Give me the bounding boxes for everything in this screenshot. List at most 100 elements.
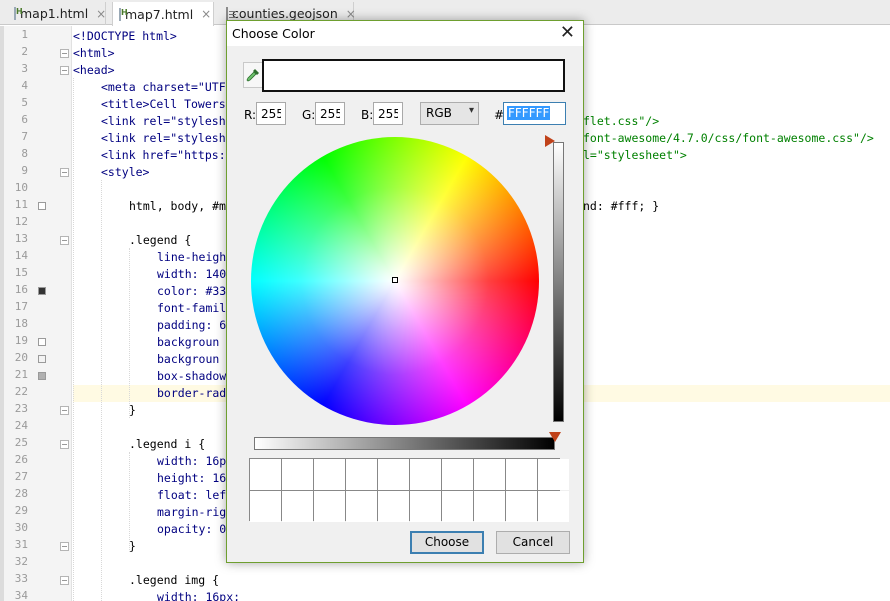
brightness-slider[interactable] [553,142,564,422]
color-preview [262,59,565,92]
recent-color-cell[interactable] [346,459,377,490]
r-label: R: [244,108,257,122]
color-swatch-icon[interactable] [38,372,46,380]
tab-map7[interactable]: map7.html × [112,2,214,26]
line-number: 31 [14,538,28,551]
recent-color-cell[interactable] [506,491,537,522]
color-wheel-cursor[interactable] [392,277,398,283]
fold-marker-icon[interactable] [60,440,69,449]
cancel-button[interactable]: Cancel [496,531,570,554]
line-number: 26 [14,453,28,466]
code-line-11: html, body, #m [129,199,226,213]
code-line-21: box-shadow [157,369,227,383]
line-number: 11 [14,198,28,211]
recent-color-cell[interactable] [314,491,345,522]
fold-marker-icon[interactable] [60,542,69,551]
line-number: 33 [14,572,28,585]
line-number: 3 [21,62,28,75]
recent-color-cell[interactable] [538,491,569,522]
code-line-1: <!DOCTYPE html> [73,29,177,43]
code-line-34: width: 16px; [157,590,241,601]
code-line-18: padding: 6 [157,318,227,332]
code-line-23: } [129,403,136,417]
recent-color-cell[interactable] [538,459,569,490]
color-mode-select[interactable]: RGB ▾ [420,102,479,125]
close-icon[interactable]: × [201,7,211,21]
r-input[interactable] [256,102,286,125]
line-number: 34 [14,589,28,601]
recent-color-cell[interactable] [474,491,505,522]
code-line-3: <head> [73,63,115,77]
color-swatch-icon[interactable] [38,338,46,346]
g-label: G: [302,108,316,122]
opacity-slider[interactable] [254,437,555,450]
code-line-4: <meta charset="UTF [101,80,226,94]
recent-color-cell[interactable] [506,459,537,490]
recent-color-cell[interactable] [474,459,505,490]
line-number: 19 [14,334,28,347]
line-number: 18 [14,317,28,330]
brightness-slider-thumb[interactable] [545,135,555,147]
indent-guide [101,180,102,601]
g-input[interactable] [315,102,345,125]
code-line-13: .legend { [129,233,192,247]
fold-marker-icon[interactable] [60,66,69,75]
recent-color-cell[interactable] [442,491,473,522]
recent-color-cell[interactable] [410,459,441,490]
recent-color-cell[interactable] [314,459,345,490]
close-icon[interactable]: × [346,7,356,21]
b-input[interactable] [373,102,403,125]
line-number: 10 [14,181,28,194]
choose-color-dialog: Choose Color ✕ R: G: B: RGB ▾ # FFFFFF [226,20,584,563]
geojson-file-icon [226,7,236,20]
line-number: 29 [14,504,28,517]
recent-color-cell[interactable] [410,491,441,522]
eyedropper-button[interactable] [243,62,263,88]
fold-marker-icon[interactable] [60,236,69,245]
code-line-6-tail: flet.css"/> [583,114,660,128]
fold-marker-icon[interactable] [60,168,69,177]
indent-guide [129,248,130,418]
opacity-slider-thumb[interactable] [549,432,561,442]
code-line-26: width: 16p [157,454,227,468]
line-number: 27 [14,470,28,483]
recent-color-cell[interactable] [282,459,313,490]
code-line-27: height: 16 [157,471,227,485]
html-file-icon [14,7,23,20]
line-number: 4 [21,79,28,92]
line-number: 6 [21,113,28,126]
chevron-down-icon: ▾ [468,105,474,116]
recent-color-cell[interactable] [282,491,313,522]
close-icon[interactable]: ✕ [560,22,575,44]
recent-color-cell[interactable] [250,491,281,522]
code-line-8: <link href="https: [101,148,226,162]
recent-color-cell[interactable] [250,459,281,490]
fold-marker-icon[interactable] [60,49,69,58]
color-swatch-icon[interactable] [38,202,46,210]
close-icon[interactable]: × [96,7,106,21]
color-swatch-icon[interactable] [38,355,46,363]
indent-guide [73,78,74,601]
recent-color-cell[interactable] [346,491,377,522]
recent-color-cell[interactable] [378,459,409,490]
line-number: 24 [14,419,28,432]
recent-color-cell[interactable] [378,491,409,522]
code-line-2: <html> [73,46,115,60]
choose-button[interactable]: Choose [410,531,484,554]
hex-input[interactable]: FFFFFF [503,102,566,125]
recent-color-cell[interactable] [442,459,473,490]
code-line-14: line-heigh [157,250,227,264]
ide-window: map1.html × map7.html × counties.geojson… [0,0,890,601]
tab-label: map1.html [20,6,89,21]
color-swatch-icon[interactable] [38,287,46,295]
fold-marker-icon[interactable] [60,576,69,585]
line-number: 9 [21,164,28,177]
code-line-33: .legend img { [129,573,220,587]
code-line-15: width: 140 [157,267,227,281]
tab-map1[interactable]: map1.html × [8,2,106,25]
code-line-30: opacity: 0 [157,522,227,536]
code-line-22: border-rad [157,386,227,400]
html-file-icon [119,7,128,21]
tab-label: counties.geojson [232,6,338,21]
fold-marker-icon[interactable] [60,406,69,415]
